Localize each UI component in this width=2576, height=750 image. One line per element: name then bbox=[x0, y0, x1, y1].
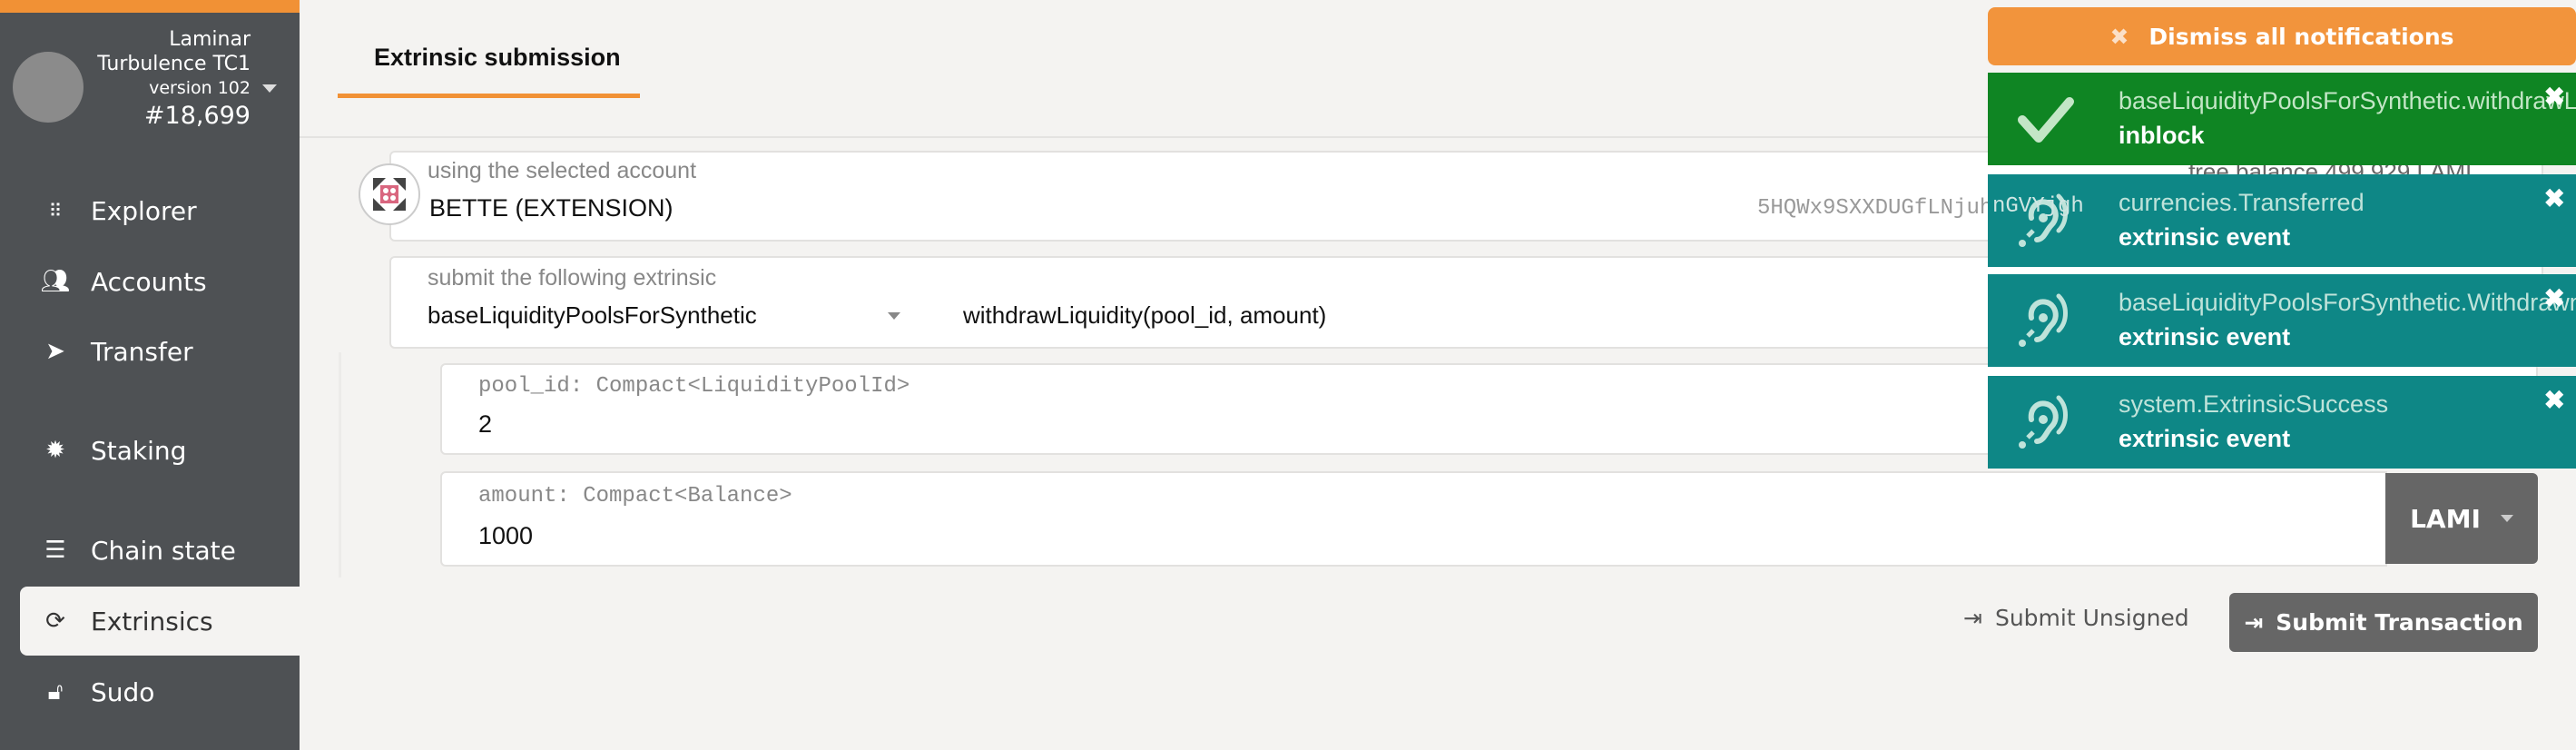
unlock-icon: 🔓︎ bbox=[47, 677, 64, 706]
sidebar-item-extrinsics[interactable]: ⟳ Extrinsics bbox=[20, 587, 300, 656]
button-label: Submit Transaction bbox=[2276, 609, 2523, 636]
notification: baseLiquidityPoolsForSynthetic.Withdrawn… bbox=[1988, 274, 2576, 367]
sidebar-item-accounts[interactable]: 👥︎ Accounts bbox=[20, 247, 300, 316]
paper-plane-icon: ➤ bbox=[45, 338, 65, 365]
extrinsic-label: submit the following extrinsic bbox=[428, 265, 717, 291]
sidebar-item-staking[interactable]: ✹ Staking bbox=[20, 416, 300, 485]
check-icon bbox=[2018, 97, 2074, 143]
sidebar-item-label: Chain state bbox=[91, 535, 236, 566]
notification-status: inblock bbox=[2119, 122, 2205, 149]
sidebar-item-label: Explorer bbox=[91, 195, 197, 226]
tab-extrinsic-submission[interactable]: Extrinsic submission bbox=[374, 44, 621, 72]
sidebar-item-label: Extrinsics bbox=[91, 606, 213, 637]
chevron-down-icon bbox=[2500, 515, 2513, 522]
sidebar-item-explorer[interactable]: ⠿ Explorer bbox=[20, 176, 300, 245]
module-dropdown[interactable]: baseLiquidityPoolsForSynthetic bbox=[428, 301, 757, 330]
certificate-icon: ✹ bbox=[45, 437, 65, 464]
sidebar-item-transfer[interactable]: ➤ Transfer bbox=[20, 317, 300, 386]
chain-selector[interactable]: Laminar Turbulence TC1 version 102 #18,6… bbox=[97, 27, 251, 133]
close-icon[interactable]: ✖ bbox=[2544, 385, 2565, 415]
database-icon: ☰ bbox=[44, 537, 66, 564]
assistive-listening-icon bbox=[2019, 293, 2068, 347]
best-block: #18,699 bbox=[143, 102, 251, 130]
notification: baseLiquidityPoolsForSynthetic.withdrawL… bbox=[1988, 73, 2576, 165]
notification: system.ExtrinsicSuccess extrinsic event … bbox=[1988, 376, 2576, 469]
close-icon[interactable]: ✖ bbox=[2544, 283, 2565, 313]
notification-status: extrinsic event bbox=[2119, 223, 2291, 251]
sidebar-item-label: Accounts bbox=[91, 266, 207, 297]
chevron-down-icon[interactable] bbox=[262, 84, 277, 93]
account-label: using the selected account bbox=[428, 158, 697, 183]
unit-label: LAMI bbox=[2410, 503, 2481, 534]
close-icon[interactable]: ✖ bbox=[2544, 183, 2565, 213]
sidebar-item-sudo[interactable]: 🔓︎ Sudo bbox=[20, 657, 300, 726]
chain-name: Turbulence TC1 bbox=[97, 53, 251, 75]
sync-icon: ⟳ bbox=[45, 607, 65, 635]
param-value: 2 bbox=[478, 410, 493, 438]
method-dropdown[interactable]: withdrawLiquidity(pool_id, amount) bbox=[963, 301, 1326, 330]
button-label: Submit Unsigned bbox=[1994, 605, 2189, 631]
submit-unsigned-button[interactable]: ⇥ Submit Unsigned bbox=[1963, 605, 2189, 631]
explorer-icon: ⠿ bbox=[48, 200, 63, 222]
close-icon: ✖ bbox=[2109, 23, 2129, 50]
assistive-listening-icon bbox=[2019, 395, 2068, 449]
chevron-down-icon[interactable] bbox=[888, 312, 900, 320]
chain-version: version 102 bbox=[149, 78, 251, 98]
notification-title: currencies.Transferred bbox=[2119, 189, 2365, 216]
notification: currencies.Transferred extrinsic event ✖ bbox=[1988, 174, 2576, 267]
account-address: 5HQWx9SXXDUGfLNjuh bbox=[1757, 196, 1993, 221]
param-value: 1000 bbox=[478, 522, 534, 549]
account-address-end: nGVYjgh bbox=[1992, 194, 2084, 219]
chain-logo bbox=[13, 52, 84, 123]
notification-status: extrinsic event bbox=[2119, 323, 2291, 350]
active-tab-indicator bbox=[338, 94, 640, 98]
sidebar-accent-bar bbox=[0, 0, 300, 13]
param-label: amount: Compact<Balance> bbox=[478, 484, 792, 508]
params-indent-border bbox=[339, 352, 341, 577]
close-icon[interactable]: ✖ bbox=[2544, 82, 2565, 112]
chain-name: Laminar bbox=[169, 28, 251, 51]
sidebar-item-chain-state[interactable]: ☰ Chain state bbox=[20, 516, 300, 585]
sidebar-item-label: Sudo bbox=[91, 676, 155, 707]
sign-in-icon: ⇥ bbox=[1963, 605, 1982, 631]
notification-title: baseLiquidityPoolsForSynthetic.Withdrawn bbox=[2119, 289, 2576, 316]
dismiss-all-notifications-button[interactable]: ✖ Dismiss all notifications bbox=[1988, 7, 2576, 65]
unit-dropdown[interactable]: LAMI bbox=[2385, 473, 2538, 564]
sign-in-icon: ⇥ bbox=[2244, 609, 2264, 636]
param-label: pool_id: Compact<LiquidityPoolId> bbox=[478, 374, 910, 399]
users-icon: 👥︎ bbox=[40, 268, 71, 295]
button-label: Dismiss all notifications bbox=[2148, 23, 2454, 50]
notification-title: system.ExtrinsicSuccess bbox=[2119, 390, 2389, 418]
notification-title: baseLiquidityPoolsForSynthetic.withdrawL… bbox=[2119, 87, 2576, 114]
account-identicon bbox=[359, 163, 420, 225]
amount-input[interactable]: amount: Compact<Balance> 1000 bbox=[440, 471, 2387, 567]
notification-status: extrinsic event bbox=[2119, 425, 2291, 452]
account-name: BETTE (EXTENSION) bbox=[429, 194, 673, 222]
sidebar-item-label: Transfer bbox=[91, 336, 193, 367]
sidebar-item-label: Staking bbox=[91, 435, 187, 466]
sidebar: Laminar Turbulence TC1 version 102 #18,6… bbox=[0, 0, 300, 750]
submit-transaction-button[interactable]: ⇥ Submit Transaction bbox=[2229, 593, 2538, 652]
